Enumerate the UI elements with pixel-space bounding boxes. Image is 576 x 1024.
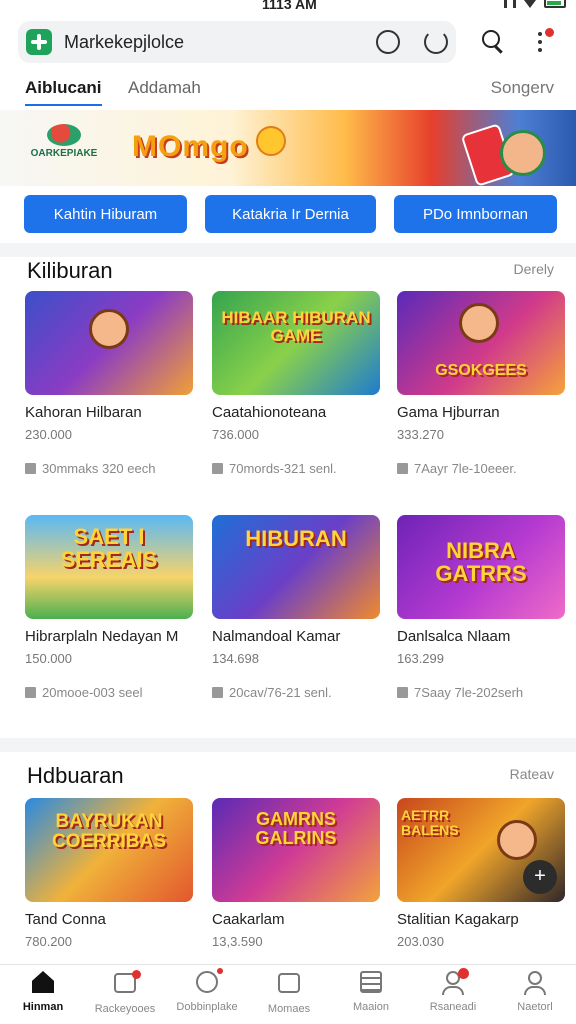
section-title: Kiliburan — [27, 258, 113, 283]
battery-icon — [544, 0, 566, 8]
search-button[interactable] — [480, 30, 506, 56]
site-logo-icon — [26, 29, 52, 55]
bag-icon — [25, 463, 36, 474]
product-meta: 70mords-321 senl. — [212, 461, 382, 476]
product-thumbnail[interactable]: HIBAAR HIBURAN GAME — [212, 291, 380, 395]
product-price: 333.270 — [397, 427, 444, 442]
notification-dot — [217, 968, 223, 974]
category-chip-3[interactable]: PDo Imnbornan — [394, 195, 557, 233]
product-thumbnail[interactable]: SAET I SEREAIS — [25, 515, 193, 619]
nav-item-momaes[interactable]: Momaes — [248, 971, 330, 1015]
product-card[interactable]: AETRR BALENS + Stalitian Kagakarp 203.03… — [397, 798, 567, 949]
home-icon — [32, 971, 54, 993]
product-name: Hibrarplaln Nedayan M — [25, 628, 179, 645]
product-price: 203.030 — [397, 934, 444, 949]
product-meta: 7Saay 7le-202serh — [397, 685, 567, 700]
banner-brand: MOmgo — [132, 130, 249, 163]
list-icon — [360, 971, 382, 993]
nav-item-naetorl[interactable]: Naetorl — [494, 971, 576, 1013]
category-chip-1[interactable]: Kahtin Hiburam — [24, 195, 187, 233]
status-time: 1113 AM — [262, 0, 317, 12]
url-text[interactable]: Markekepjlolce — [64, 32, 184, 53]
product-card[interactable]: Kahoran Hilbaran 230.000 30mmaks 320 eec… — [25, 291, 195, 476]
product-name: Nalmandoal Kamar — [212, 628, 341, 645]
tab-songerv[interactable]: Songerv — [491, 78, 554, 98]
product-card[interactable]: HIBAAR HIBURAN GAME Caatahionoteana 736.… — [212, 291, 382, 476]
product-name: Tand Conna — [25, 911, 106, 928]
bag-icon — [397, 463, 408, 474]
bag-icon — [25, 687, 36, 698]
product-name: Kahoran Hilbaran — [25, 404, 142, 421]
bag-icon — [397, 687, 408, 698]
product-card[interactable]: HIBURAN Nalmandoal Kamar 134.698 20cav/7… — [212, 515, 382, 700]
section-see-all-link[interactable]: Rateav — [510, 766, 554, 782]
product-card[interactable]: BAYRUKAN COERRIBAS Tand Conna 780.200 — [25, 798, 195, 949]
product-card[interactable]: SAET I SEREAIS Hibrarplaln Nedayan M 150… — [25, 515, 195, 700]
nav-item-rsaneadi[interactable]: Rsaneadi — [412, 968, 494, 1013]
product-thumbnail[interactable]: GAMRNS GALRINS — [212, 798, 380, 902]
notification-dot — [458, 968, 469, 979]
section-divider — [0, 738, 576, 752]
product-card[interactable]: GAMRNS GALRINS Caakarlam 13,3.590 — [212, 798, 382, 949]
menu-button[interactable] — [527, 28, 554, 56]
box-icon — [278, 973, 300, 993]
product-thumbnail[interactable]: NIBRA GATRRS — [397, 515, 565, 619]
product-thumbnail[interactable] — [25, 291, 193, 395]
product-name: Caatahionoteana — [212, 404, 327, 421]
user-icon — [528, 971, 542, 985]
kid-illustration — [500, 130, 546, 176]
bag-icon — [212, 463, 223, 474]
status-bar: 1113 AM — [0, 0, 576, 12]
history-icon[interactable] — [376, 30, 400, 54]
signal-icon — [504, 0, 516, 8]
product-price: 13,3.590 — [212, 934, 263, 949]
product-name: Danlsalca Nlaam — [397, 628, 511, 645]
address-bar[interactable]: Markekepjlolce — [18, 21, 456, 63]
product-price: 736.000 — [212, 427, 259, 442]
section-see-all-link[interactable]: Derely — [514, 261, 554, 277]
product-name: Gama Hjburran — [397, 404, 500, 421]
product-card[interactable]: GSOKGEES Gama Hjburran 333.270 7Aayr 7le… — [397, 291, 567, 476]
sun-mascot-icon — [256, 126, 286, 156]
tab-aiblucani[interactable]: Aiblucani — [25, 78, 102, 106]
product-meta: 7Aayr 7le-10eeer. — [397, 461, 567, 476]
section-title: Hdbuaran — [27, 763, 124, 788]
product-meta: 20mooe-003 seel — [25, 685, 195, 700]
more-vertical-icon — [538, 32, 542, 36]
product-price: 150.000 — [25, 651, 72, 666]
product-price: 134.698 — [212, 651, 259, 666]
product-meta: 30mmaks 320 eech — [25, 461, 195, 476]
status-icons — [504, 0, 566, 8]
nav-item-dobbinplake[interactable]: Dobbinplake — [166, 968, 248, 1013]
reload-icon[interactable] — [424, 30, 448, 54]
promo-banner[interactable]: OARKEPIAKE MOmgo — [0, 110, 576, 186]
notification-dot — [132, 970, 141, 979]
product-price: 230.000 — [25, 427, 72, 442]
section-divider — [0, 243, 576, 257]
product-card[interactable]: NIBRA GATRRS Danlsalca Nlaam 163.299 7Sa… — [397, 515, 567, 700]
tab-addamah[interactable]: Addamah — [128, 78, 201, 98]
wifi-icon — [524, 0, 536, 8]
nav-item-maaion[interactable]: Maaion — [330, 971, 412, 1013]
bottom-navigation: Hinman Rackeyooes Dobbinplake Momaes Maa… — [0, 964, 576, 1024]
product-name: Stalitian Kagakarp — [397, 911, 519, 928]
clock-icon — [196, 971, 218, 993]
product-price: 163.299 — [397, 651, 444, 666]
product-meta: 20cav/76-21 senl. — [212, 685, 382, 700]
category-chip-2[interactable]: Katakria Ir Dernia — [205, 195, 376, 233]
product-name: Caakarlam — [212, 911, 285, 928]
banner-logo-icon — [47, 124, 81, 146]
product-thumbnail[interactable]: BAYRUKAN COERRIBAS — [25, 798, 193, 902]
product-thumbnail[interactable]: HIBURAN — [212, 515, 380, 619]
product-thumbnail[interactable]: AETRR BALENS + — [397, 798, 565, 902]
add-icon[interactable]: + — [523, 860, 557, 894]
nav-item-rackeyooes[interactable]: Rackeyooes — [84, 970, 166, 1015]
notification-dot — [545, 28, 554, 37]
bag-icon — [212, 687, 223, 698]
nav-item-home[interactable]: Hinman — [2, 971, 84, 1013]
product-thumbnail[interactable]: GSOKGEES — [397, 291, 565, 395]
product-price: 780.200 — [25, 934, 72, 949]
banner-logo: OARKEPIAKE — [22, 124, 106, 159]
